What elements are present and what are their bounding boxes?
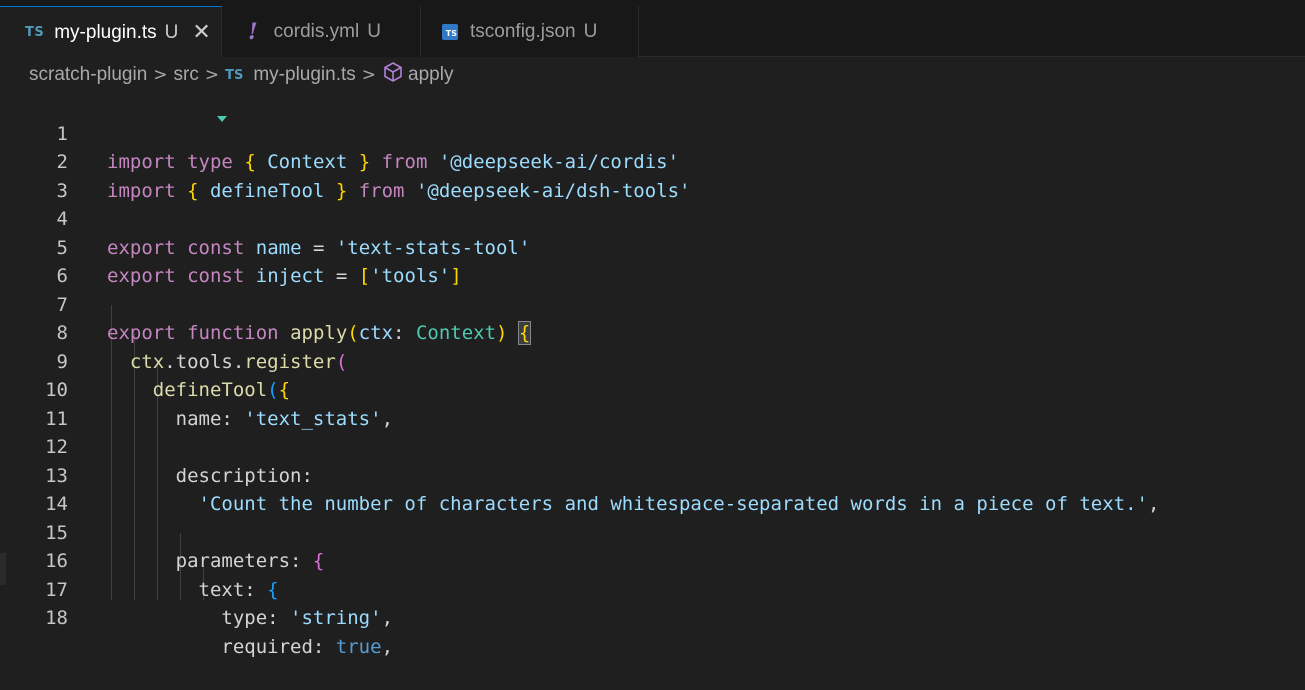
breadcrumb-folder[interactable]: scratch-plugin	[29, 64, 147, 86]
tab-cordis-yml[interactable]: ! cordis.yml U	[222, 6, 421, 57]
tsconfig-file-icon: TS	[442, 23, 458, 40]
typescript-file-icon: TS	[25, 25, 45, 40]
method-cube-icon	[382, 61, 404, 89]
code-line: 6	[0, 234, 1305, 287]
code-line: 12 description:	[0, 405, 1305, 487]
code-line: 16 text: {	[0, 519, 1305, 601]
untracked-status-badge: U	[583, 20, 598, 42]
code-line: 11	[0, 376, 1305, 430]
tab-label: tsconfig.json	[470, 20, 576, 42]
breadcrumb-symbol[interactable]: apply	[408, 64, 453, 86]
code-line: 1 import type { Context } from '@deepsee…	[0, 91, 1305, 174]
chevron-right-icon: >	[361, 65, 377, 85]
chevron-right-icon: >	[204, 65, 220, 85]
code-line: 2 import { defineTool } from '@deepseek-…	[0, 120, 1305, 202]
chevron-right-icon: >	[153, 65, 168, 85]
code-line: 4 export const name = 'text-stats-tool'	[0, 177, 1305, 259]
breadcrumb-file[interactable]: my-plugin.ts	[253, 64, 355, 86]
yaml-file-icon: !	[248, 18, 258, 45]
code-editor[interactable]: 1 import type { Context } from '@deepsee…	[0, 91, 1305, 658]
code-line: 5 export const inject = ['tools']	[0, 205, 1305, 288]
code-line: 7 export function apply(ctx: Context) {	[0, 262, 1305, 345]
typescript-file-icon: TS	[225, 67, 244, 83]
panel-edge	[0, 553, 6, 585]
tab-label: my-plugin.ts	[54, 21, 157, 43]
code-line: 15 parameters: {	[0, 490, 1305, 573]
code-line: 14	[0, 462, 1305, 515]
tab-label: cordis.yml	[273, 20, 360, 42]
code-line: 17 type: 'string',	[0, 547, 1305, 630]
code-line: 13 'Count the number of characters and w…	[0, 433, 1305, 516]
inlay-marker-icon	[217, 116, 227, 122]
close-icon[interactable]: ✕	[192, 20, 210, 45]
tab-tsconfig-json[interactable]: TS tsconfig.json U	[421, 6, 639, 57]
breadcrumb: scratch-plugin > src > TS my-plugin.ts >…	[0, 57, 1305, 93]
breadcrumb-src[interactable]: src	[174, 64, 199, 86]
tab-bar: TS my-plugin.ts U ✕ ! cordis.yml U TS ts…	[0, 0, 1305, 58]
code-line: 8 ctx.tools.register(	[0, 291, 1305, 373]
untracked-status-badge: U	[164, 21, 179, 43]
code-line: 9 defineTool({	[0, 319, 1305, 402]
line-number: 18	[45, 607, 68, 629]
untracked-status-badge: U	[367, 20, 381, 42]
code-line: 3	[0, 148, 1305, 202]
tab-my-plugin-ts[interactable]: TS my-plugin.ts U ✕	[0, 6, 222, 58]
code-line: 10 name: 'text_stats',	[0, 348, 1305, 430]
